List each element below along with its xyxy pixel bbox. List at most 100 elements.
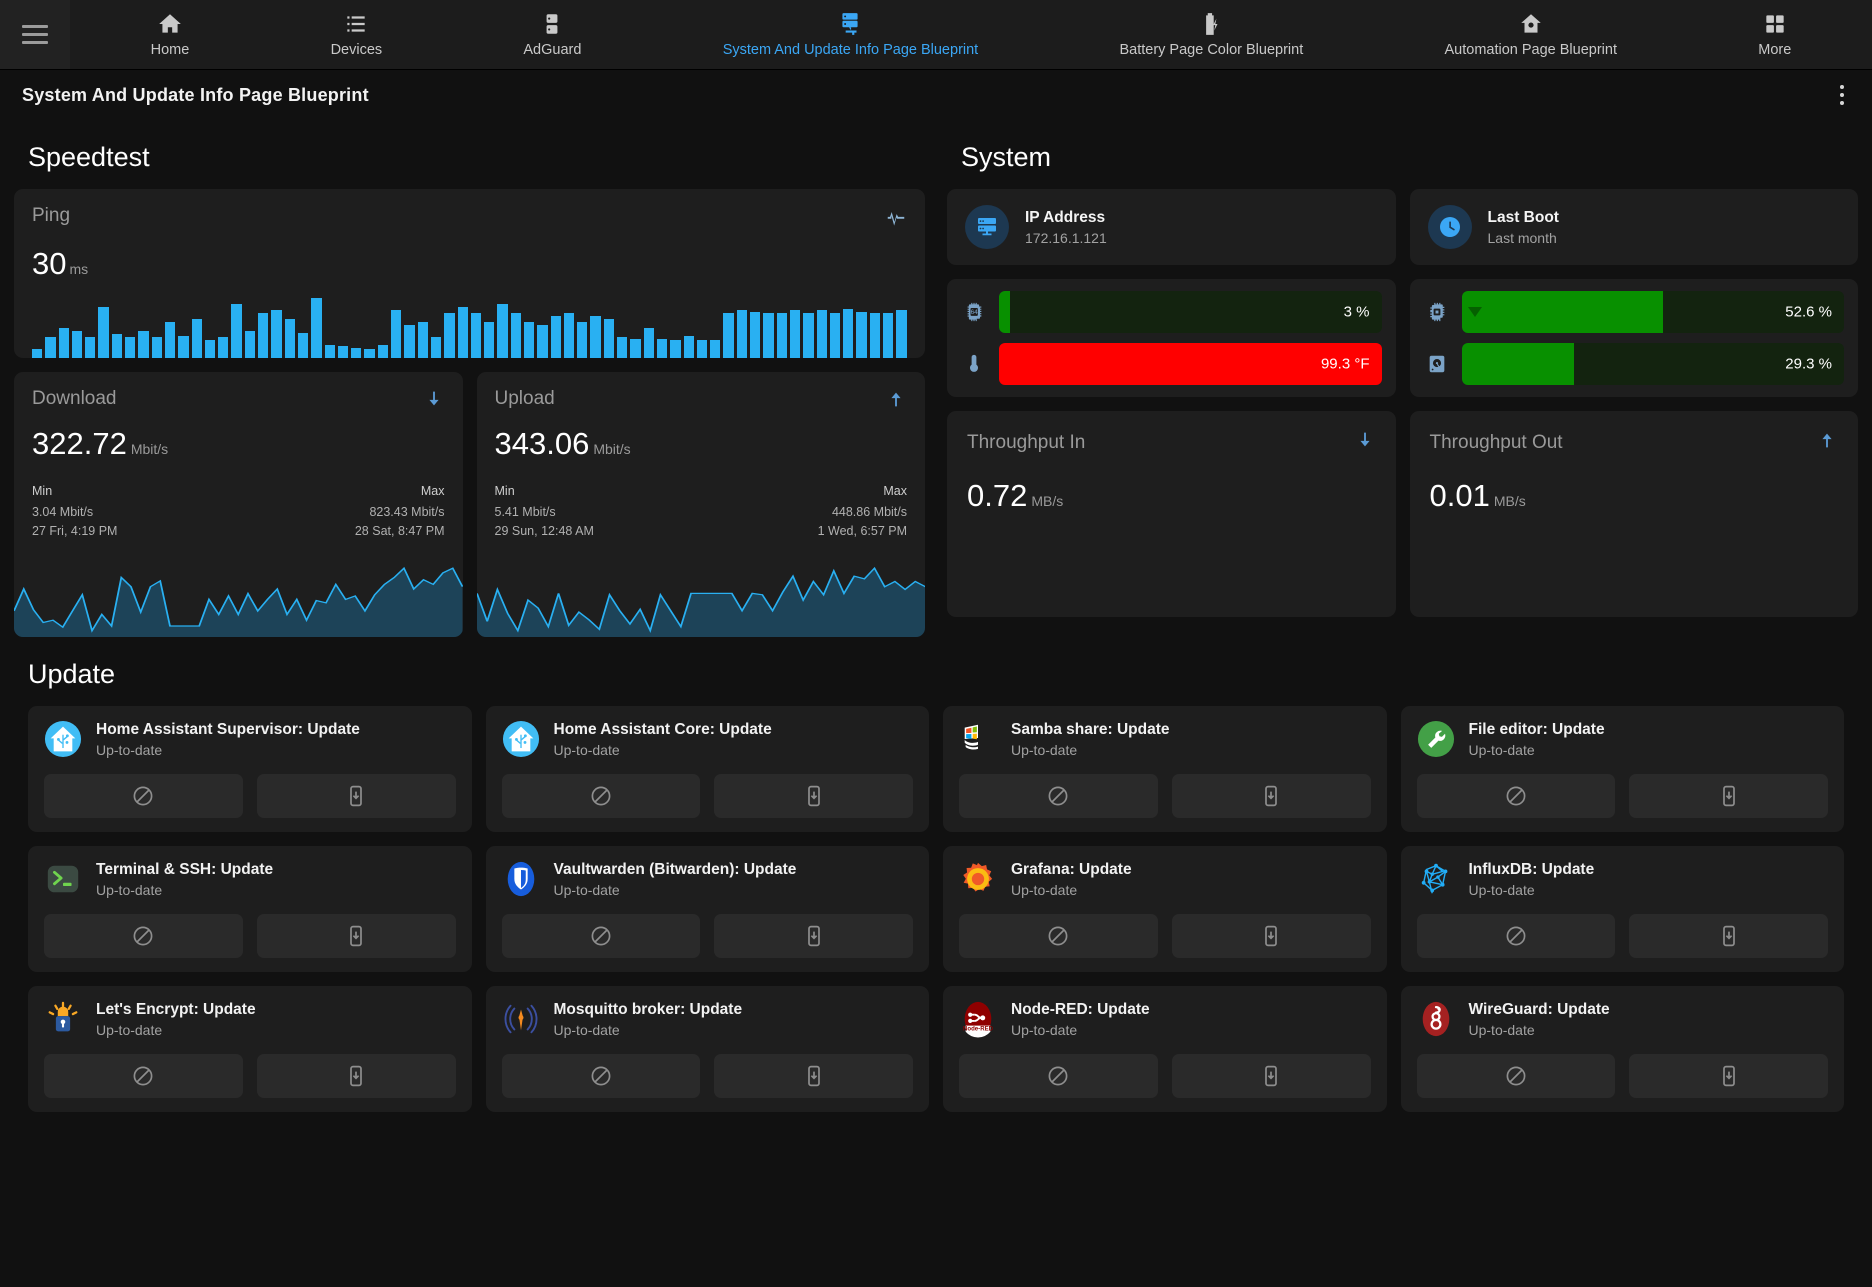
download-max-label: Max bbox=[420, 484, 445, 498]
install-update-button[interactable] bbox=[1629, 774, 1828, 818]
update-card[interactable]: Home Assistant Supervisor: Update Up-to-d… bbox=[28, 706, 472, 832]
update-section-title: Update bbox=[28, 659, 116, 689]
skip-update-button[interactable] bbox=[1416, 914, 1616, 958]
install-update-button[interactable] bbox=[714, 774, 913, 818]
ping-bar bbox=[218, 337, 229, 358]
ping-bar bbox=[803, 313, 814, 358]
update-card[interactable]: Node-RED Node-RED: Update Up-to-date bbox=[943, 986, 1387, 1112]
update-card[interactable]: InfluxDB: Update Up-to-date bbox=[1400, 846, 1844, 972]
nav-tab-devices[interactable]: Devices bbox=[319, 7, 395, 62]
update-card-status: Up-to-date bbox=[1468, 741, 1535, 758]
ping-bar bbox=[497, 304, 508, 358]
dots-vertical-icon[interactable] bbox=[1834, 79, 1850, 111]
install-update-button[interactable] bbox=[256, 1054, 456, 1098]
update-card[interactable]: WireGuard: Update Up-to-date bbox=[1400, 986, 1844, 1112]
update-card[interactable]: Home Assistant Core: Update Up-to-date bbox=[485, 706, 929, 832]
nav-tab-system-and-update-info-page-blueprint[interactable]: System And Update Info Page Blueprint bbox=[711, 7, 991, 62]
update-card[interactable]: File editor: Update Up-to-date bbox=[1400, 706, 1844, 832]
server-network-icon bbox=[837, 11, 863, 37]
upload-card[interactable]: Upload 343.06 Mbit/s Min 5.41 Mbit/s 29 S… bbox=[476, 372, 925, 637]
skip-update-button[interactable] bbox=[44, 914, 243, 958]
gauge-processor[interactable]: 64 3 % bbox=[961, 291, 1382, 333]
update-card[interactable]: Vaultwarden (Bitwarden): Update Up-to-dat… bbox=[485, 846, 929, 972]
install-update-button[interactable] bbox=[714, 1054, 913, 1098]
nav-tab-adguard[interactable]: AdGuard bbox=[511, 7, 593, 62]
install-update-button[interactable] bbox=[1171, 914, 1371, 958]
update-card-title: Home Assistant Supervisor: Update bbox=[96, 720, 360, 738]
skip-update-button[interactable] bbox=[959, 774, 1158, 818]
update-card-title: Node-RED: Update bbox=[1011, 1000, 1150, 1018]
update-card[interactable]: Let's Encrypt: Update Up-to-date bbox=[28, 986, 472, 1112]
ping-bar bbox=[484, 322, 495, 358]
gauge-temperature[interactable]: 99.3 °F bbox=[961, 343, 1382, 385]
home-assistant-icon bbox=[502, 720, 540, 758]
ping-bar bbox=[337, 346, 349, 358]
gauge-value-disk: 29.3 % bbox=[1785, 355, 1832, 373]
ping-bar bbox=[776, 313, 787, 358]
cellphone-arrow-down-icon bbox=[344, 1064, 368, 1088]
gauge-card-left: 64 3 % 99.3 °F bbox=[947, 279, 1396, 397]
cellphone-arrow-down-icon bbox=[1259, 924, 1283, 948]
skip-update-button[interactable] bbox=[959, 914, 1158, 958]
ip-address-value: 172.16.1.121 bbox=[1025, 229, 1107, 246]
throughput-out-unit: MB/s bbox=[1493, 493, 1526, 509]
throughput-out-card[interactable]: Throughput Out 0.01 MB/s bbox=[1409, 411, 1858, 617]
update-card[interactable]: Terminal & SSH: Update Up-to-date bbox=[28, 846, 472, 972]
nav-tab-more[interactable]: More bbox=[1746, 7, 1803, 62]
nav-tab-automation-page-blueprint[interactable]: Automation Page Blueprint bbox=[1432, 7, 1629, 62]
throughput-in-card[interactable]: Throughput In 0.72 MB/s bbox=[947, 411, 1396, 617]
skip-update-button[interactable] bbox=[501, 1054, 701, 1098]
update-card[interactable]: Samba share: Update Up-to-date bbox=[943, 706, 1387, 832]
ping-bar bbox=[258, 313, 269, 358]
home-icon bbox=[157, 11, 183, 37]
last-boot-value: Last month bbox=[1487, 229, 1557, 246]
skip-update-button[interactable] bbox=[44, 774, 243, 818]
skip-update-button[interactable] bbox=[44, 1054, 243, 1098]
last-boot-card[interactable]: Last Boot Last month bbox=[1409, 189, 1858, 265]
ping-bar bbox=[351, 347, 362, 358]
ping-bar bbox=[896, 310, 907, 358]
skip-update-button[interactable] bbox=[959, 1054, 1158, 1098]
download-min-label: Min bbox=[32, 484, 53, 498]
ping-bar bbox=[696, 340, 708, 358]
install-update-button[interactable] bbox=[1171, 774, 1371, 818]
system-info-row: IP Address 172.16.1.121 Last Boot Last m… bbox=[947, 189, 1858, 265]
skip-update-button[interactable] bbox=[1416, 774, 1616, 818]
update-card[interactable]: Grafana: Update Up-to-date bbox=[943, 846, 1387, 972]
download-card[interactable]: Download 322.72 Mbit/s Min 3.04 Mbit/s 27… bbox=[14, 372, 463, 637]
ping-bar bbox=[32, 349, 43, 358]
install-update-button[interactable] bbox=[1629, 1054, 1828, 1098]
install-update-button[interactable] bbox=[1171, 1054, 1371, 1098]
nav-tab-battery-page-color-blueprint[interactable]: Battery Page Color Blueprint bbox=[1107, 7, 1315, 62]
install-update-button[interactable] bbox=[256, 774, 456, 818]
gauge-disk[interactable]: 29.3 % bbox=[1424, 343, 1844, 385]
nav-tab-home[interactable]: Home bbox=[139, 7, 202, 62]
ping-bar bbox=[563, 313, 575, 358]
install-update-button[interactable] bbox=[256, 914, 456, 958]
last-boot-title: Last Boot bbox=[1487, 208, 1559, 226]
skip-update-button[interactable] bbox=[501, 914, 701, 958]
cpu-64-icon: 64 bbox=[961, 301, 987, 323]
block-icon bbox=[1046, 1064, 1070, 1088]
update-card-title: Mosquitto broker: Update bbox=[553, 1000, 743, 1018]
grafana-icon bbox=[959, 860, 997, 898]
skip-update-button[interactable] bbox=[1416, 1054, 1616, 1098]
ping-bar bbox=[883, 313, 894, 358]
update-card[interactable]: Mosquitto broker: Update Up-to-date bbox=[485, 986, 929, 1112]
ip-address-card[interactable]: IP Address 172.16.1.121 bbox=[947, 189, 1396, 265]
install-update-button[interactable] bbox=[714, 914, 913, 958]
sidebar-toggle-button[interactable] bbox=[0, 0, 70, 69]
throughput-in-label: Throughput In bbox=[967, 431, 1086, 453]
ping-bar bbox=[603, 319, 615, 358]
ping-bar bbox=[710, 340, 721, 358]
skip-update-button[interactable] bbox=[501, 774, 701, 818]
gauge-memory[interactable]: 52.6 % bbox=[1424, 291, 1844, 333]
ping-bar bbox=[111, 334, 123, 358]
arrow-up-icon bbox=[1816, 429, 1838, 456]
ping-card[interactable]: Ping 30 ms bbox=[14, 189, 925, 358]
ping-bar bbox=[404, 325, 415, 358]
ping-bar bbox=[311, 298, 322, 358]
install-update-button[interactable] bbox=[1629, 914, 1828, 958]
speed-cards-row: Download 322.72 Mbit/s Min 3.04 Mbit/s 27… bbox=[14, 372, 925, 637]
svg-text:64: 64 bbox=[971, 309, 979, 316]
